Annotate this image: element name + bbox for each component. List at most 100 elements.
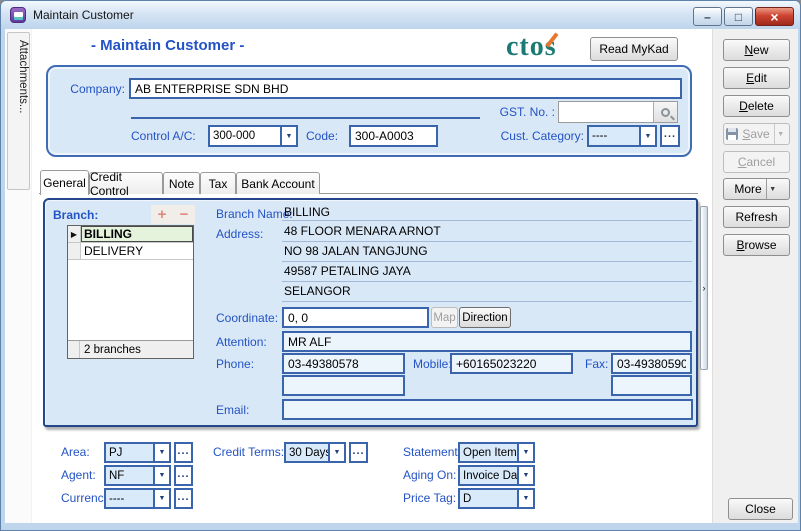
fax-label: Fax: [585, 357, 608, 371]
branch-name-field[interactable]: BILLING [282, 204, 692, 221]
browse-label: Browse [736, 238, 776, 252]
branch-row-billing[interactable]: ▶ BILLING [68, 226, 193, 243]
close-window-button[interactable]: × [755, 7, 794, 26]
branch-count-statusbar: 2 branches [68, 340, 193, 358]
gst-no-input[interactable] [559, 102, 653, 122]
chevron-down-icon[interactable]: ▼ [153, 490, 169, 507]
attachments-tab-label: Attachments... [17, 40, 29, 114]
control-ac-value: 300-000 [210, 127, 280, 145]
tab-bank-account[interactable]: Bank Account [236, 172, 320, 194]
address-line-2[interactable]: NO 98 JALAN TANGJUNG [282, 243, 692, 262]
titlebar[interactable]: Maintain Customer [1, 1, 800, 29]
tab-credit-control[interactable]: Credit Control [89, 172, 163, 194]
phone-input[interactable] [282, 353, 405, 374]
branch-count-text: 2 branches [84, 344, 141, 356]
browse-button[interactable]: Browse [723, 234, 790, 256]
credit-terms-value: 30 Days [286, 444, 328, 461]
fax2-input[interactable] [611, 375, 692, 396]
gst-no-field[interactable] [558, 101, 678, 123]
maximize-button[interactable]: □ [724, 7, 753, 26]
currency-value: ---- [106, 490, 153, 507]
minimize-button[interactable]: – [693, 7, 722, 26]
chevron-down-icon[interactable]: ▼ [767, 186, 779, 193]
direction-button[interactable]: Direction [459, 307, 511, 328]
chevron-down-icon[interactable]: ▼ [280, 127, 296, 145]
chevron-down-icon[interactable]: ▼ [517, 467, 533, 484]
control-ac-label: Control A/C: [131, 129, 196, 143]
edit-label: Edit [746, 71, 767, 85]
status-notch [68, 341, 80, 358]
panel-collapse-splitter[interactable]: › [700, 206, 708, 370]
chevron-down-icon[interactable]: ▼ [153, 444, 169, 461]
map-button[interactable]: Map [431, 307, 458, 328]
area-combo[interactable]: PJ ▼ [104, 442, 171, 463]
fax-input[interactable] [611, 353, 692, 374]
remove-branch-button[interactable]: − [173, 205, 195, 224]
delete-button[interactable]: Delete [723, 95, 790, 117]
area-browse-button[interactable]: ... [174, 442, 193, 463]
attachments-tab[interactable]: Attachments... [7, 32, 30, 190]
phone2-input[interactable] [282, 375, 405, 396]
credit-terms-label: Credit Terms: [213, 445, 284, 459]
chevron-down-icon[interactable]: ▼ [517, 490, 533, 507]
mobile-input[interactable] [450, 353, 573, 374]
price-tag-label: Price Tag: [403, 491, 456, 505]
page-title: - Maintain Customer - [91, 37, 244, 54]
refresh-button[interactable]: Refresh [723, 206, 790, 228]
currency-browse-button[interactable]: ... [174, 488, 193, 509]
more-button[interactable]: More ▼ [723, 178, 790, 200]
code-input[interactable] [349, 125, 438, 147]
email-input[interactable] [282, 399, 693, 420]
area-label: Area: [61, 445, 90, 459]
logo-text: cto [506, 31, 545, 62]
tab-tax[interactable]: Tax [200, 172, 236, 194]
tab-label: General [43, 176, 86, 190]
credit-terms-combo[interactable]: 30 Days ▼ [284, 442, 346, 463]
cust-category-combo[interactable]: ---- ▼ [587, 125, 657, 147]
chevron-down-icon[interactable]: ▼ [153, 467, 169, 484]
company-input[interactable] [129, 78, 682, 99]
price-tag-combo[interactable]: D ▼ [458, 488, 535, 509]
company-line2-input[interactable] [131, 99, 480, 119]
control-ac-combo[interactable]: 300-000 ▼ [208, 125, 298, 147]
tab-general[interactable]: General [40, 170, 89, 195]
chevron-down-icon[interactable]: ▼ [328, 444, 344, 461]
save-button[interactable]: Save ▼ [723, 123, 790, 145]
phone-label: Phone: [216, 357, 254, 371]
agent-combo[interactable]: NF ▼ [104, 465, 171, 486]
credit-terms-browse-button[interactable]: ... [349, 442, 368, 463]
mobile-label: Mobile: [413, 357, 452, 371]
chevron-down-icon[interactable]: ▼ [775, 131, 787, 138]
coordinate-input[interactable] [282, 307, 429, 328]
read-mykad-button[interactable]: Read MyKad [590, 37, 678, 61]
statement-combo[interactable]: Open Item ▼ [458, 442, 535, 463]
address-label: Address: [216, 227, 263, 241]
close-button[interactable]: Close [728, 498, 793, 520]
new-button[interactable]: New [723, 39, 790, 61]
chevron-down-icon[interactable]: ▼ [517, 444, 533, 461]
address-line-1[interactable]: 48 FLOOR MENARA ARNOT [282, 223, 692, 242]
attention-input[interactable] [282, 331, 692, 352]
close-label: Close [745, 502, 776, 516]
close-icon: × [770, 9, 778, 25]
minimize-icon: – [704, 10, 711, 24]
tab-note[interactable]: Note [163, 172, 200, 194]
edit-button[interactable]: Edit [723, 67, 790, 89]
gst-no-label: GST. No. : [485, 105, 555, 119]
branch-row-delivery[interactable]: DELIVERY [68, 243, 193, 260]
currency-combo[interactable]: ---- ▼ [104, 488, 171, 509]
address-line-3[interactable]: 49587 PETALING JAYA [282, 263, 692, 282]
address-line-4[interactable]: SELANGOR [282, 283, 692, 302]
refresh-label: Refresh [735, 210, 777, 224]
branch-toolbar: + − [151, 205, 195, 224]
branch-label: Branch: [53, 208, 98, 222]
window-title: Maintain Customer [33, 8, 134, 22]
chevron-down-icon[interactable]: ▼ [639, 127, 655, 145]
add-branch-button[interactable]: + [151, 205, 173, 224]
email-label: Email: [216, 403, 249, 417]
cust-category-browse-button[interactable]: ... [660, 125, 680, 147]
cancel-button[interactable]: Cancel [723, 151, 790, 173]
agent-browse-button[interactable]: ... [174, 465, 193, 486]
aging-on-combo[interactable]: Invoice Date ▼ [458, 465, 535, 486]
gst-search-button[interactable] [653, 102, 677, 122]
